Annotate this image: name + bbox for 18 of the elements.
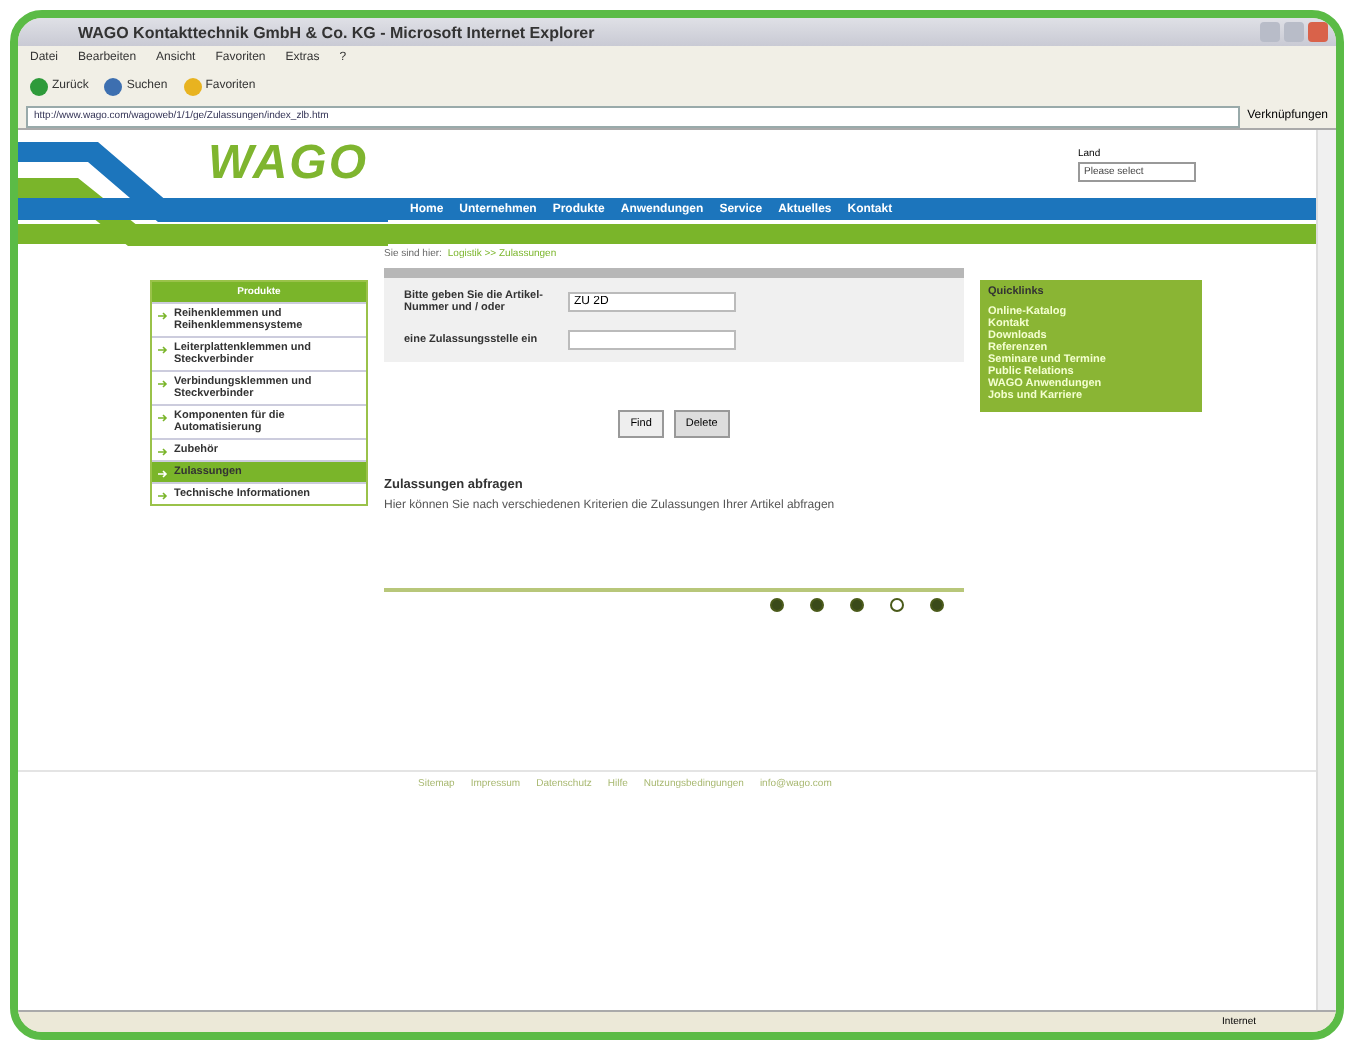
window-title: WAGO Kontakttechnik GmbH & Co. KG - Microsoft Internet Explorer — [78, 23, 595, 41]
circle-icon[interactable] — [930, 598, 944, 612]
arrow-icon — [158, 414, 168, 422]
arrow-icon — [158, 470, 168, 478]
circle-icon[interactable] — [890, 598, 904, 612]
circle-icon — [30, 77, 48, 95]
arrow-icon — [158, 448, 168, 456]
circle-icon[interactable] — [850, 598, 864, 612]
circle-icon[interactable] — [770, 598, 784, 612]
arrow-icon — [158, 492, 168, 500]
circle-icon[interactable] — [810, 598, 824, 612]
circle-icon — [104, 77, 123, 95]
arrow-icon — [158, 312, 168, 320]
scrollbar[interactable] — [1316, 130, 1336, 1010]
logo[interactable]: WAGO — [208, 136, 368, 192]
arrow-icon — [158, 380, 168, 388]
input-field[interactable] — [568, 330, 736, 350]
arrow-icon — [158, 346, 168, 354]
